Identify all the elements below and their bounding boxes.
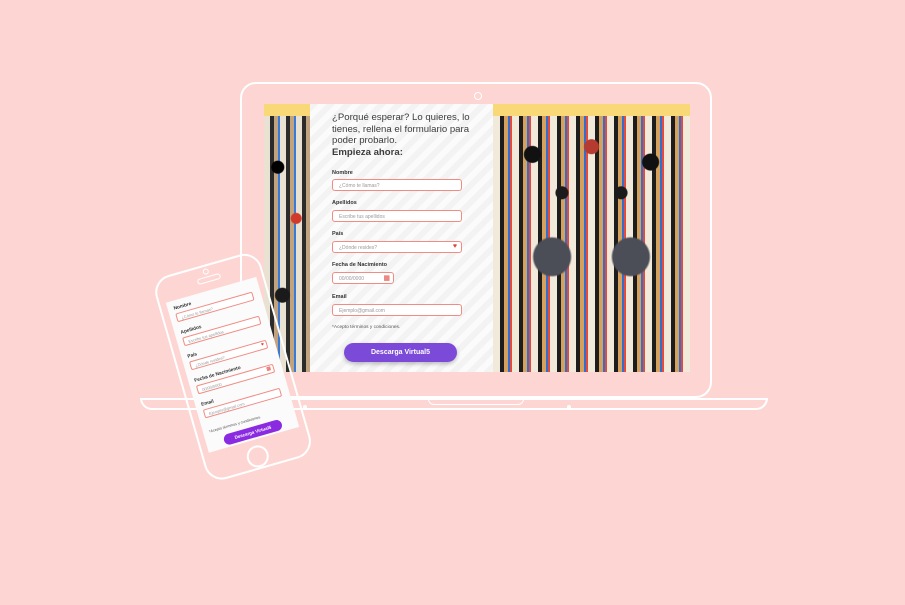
mobile-birthdate-placeholder: 00/00/0000: [201, 381, 223, 393]
laptop-foot-dot: [303, 405, 307, 409]
calendar-icon: ▦: [265, 365, 272, 373]
email-field[interactable]: Ejemplo@gmail.com: [332, 304, 462, 316]
country-select[interactable]: ¿Dónde resides? ♥: [332, 241, 462, 253]
signup-form: ¿Porqué esperar? Lo quieres, lo tienes, …: [310, 104, 493, 372]
email-placeholder: Ejemplo@gmail.com: [339, 308, 385, 314]
birthdate-placeholder: 00/00/0000: [339, 276, 365, 282]
calendar-icon: ▦: [383, 275, 390, 282]
country-placeholder: ¿Dónde resides?: [339, 245, 378, 251]
heart-icon: ♥: [452, 243, 457, 250]
intro-heading: Empieza ahora:: [332, 147, 403, 158]
laptop-screen: ¿Porqué esperar? Lo quieres, lo tienes, …: [264, 104, 690, 372]
pattern-image-right: [493, 116, 690, 372]
name-label: Nombre: [332, 170, 353, 176]
email-label: Email: [332, 294, 347, 300]
mobile-country-select[interactable]: ¿Dónde resides? ♥: [188, 339, 269, 371]
laptop-notch: [428, 398, 524, 405]
yellow-band: [264, 104, 310, 116]
birthdate-field[interactable]: 00/00/0000 ▦: [332, 272, 394, 284]
mobile-country-placeholder: ¿Dónde resides?: [194, 354, 226, 369]
laptop-foot-dot: [567, 405, 571, 409]
download-button[interactable]: Descarga Virtual5: [344, 343, 457, 362]
terms-checkbox-label[interactable]: *Acepto términos y condiciones.: [332, 325, 400, 330]
mobile-email-field[interactable]: Ejemplo@gmail.com: [202, 387, 283, 419]
laptop-camera-icon: [474, 92, 482, 100]
yellow-band: [493, 104, 690, 116]
surname-field[interactable]: Escribe tus apellidos: [332, 210, 462, 222]
name-placeholder: ¿Cómo te llamas?: [339, 183, 380, 189]
surname-label: Apellidos: [332, 200, 357, 206]
name-field[interactable]: ¿Cómo te llamas?: [332, 179, 462, 191]
birthdate-label: Fecha de Nacimiento: [332, 262, 388, 268]
intro-text: ¿Porqué esperar? Lo quieres, lo tienes, …: [332, 112, 470, 146]
heart-icon: ♥: [260, 341, 265, 349]
surname-placeholder: Escribe tus apellidos: [339, 214, 385, 220]
country-label: País: [332, 231, 344, 237]
